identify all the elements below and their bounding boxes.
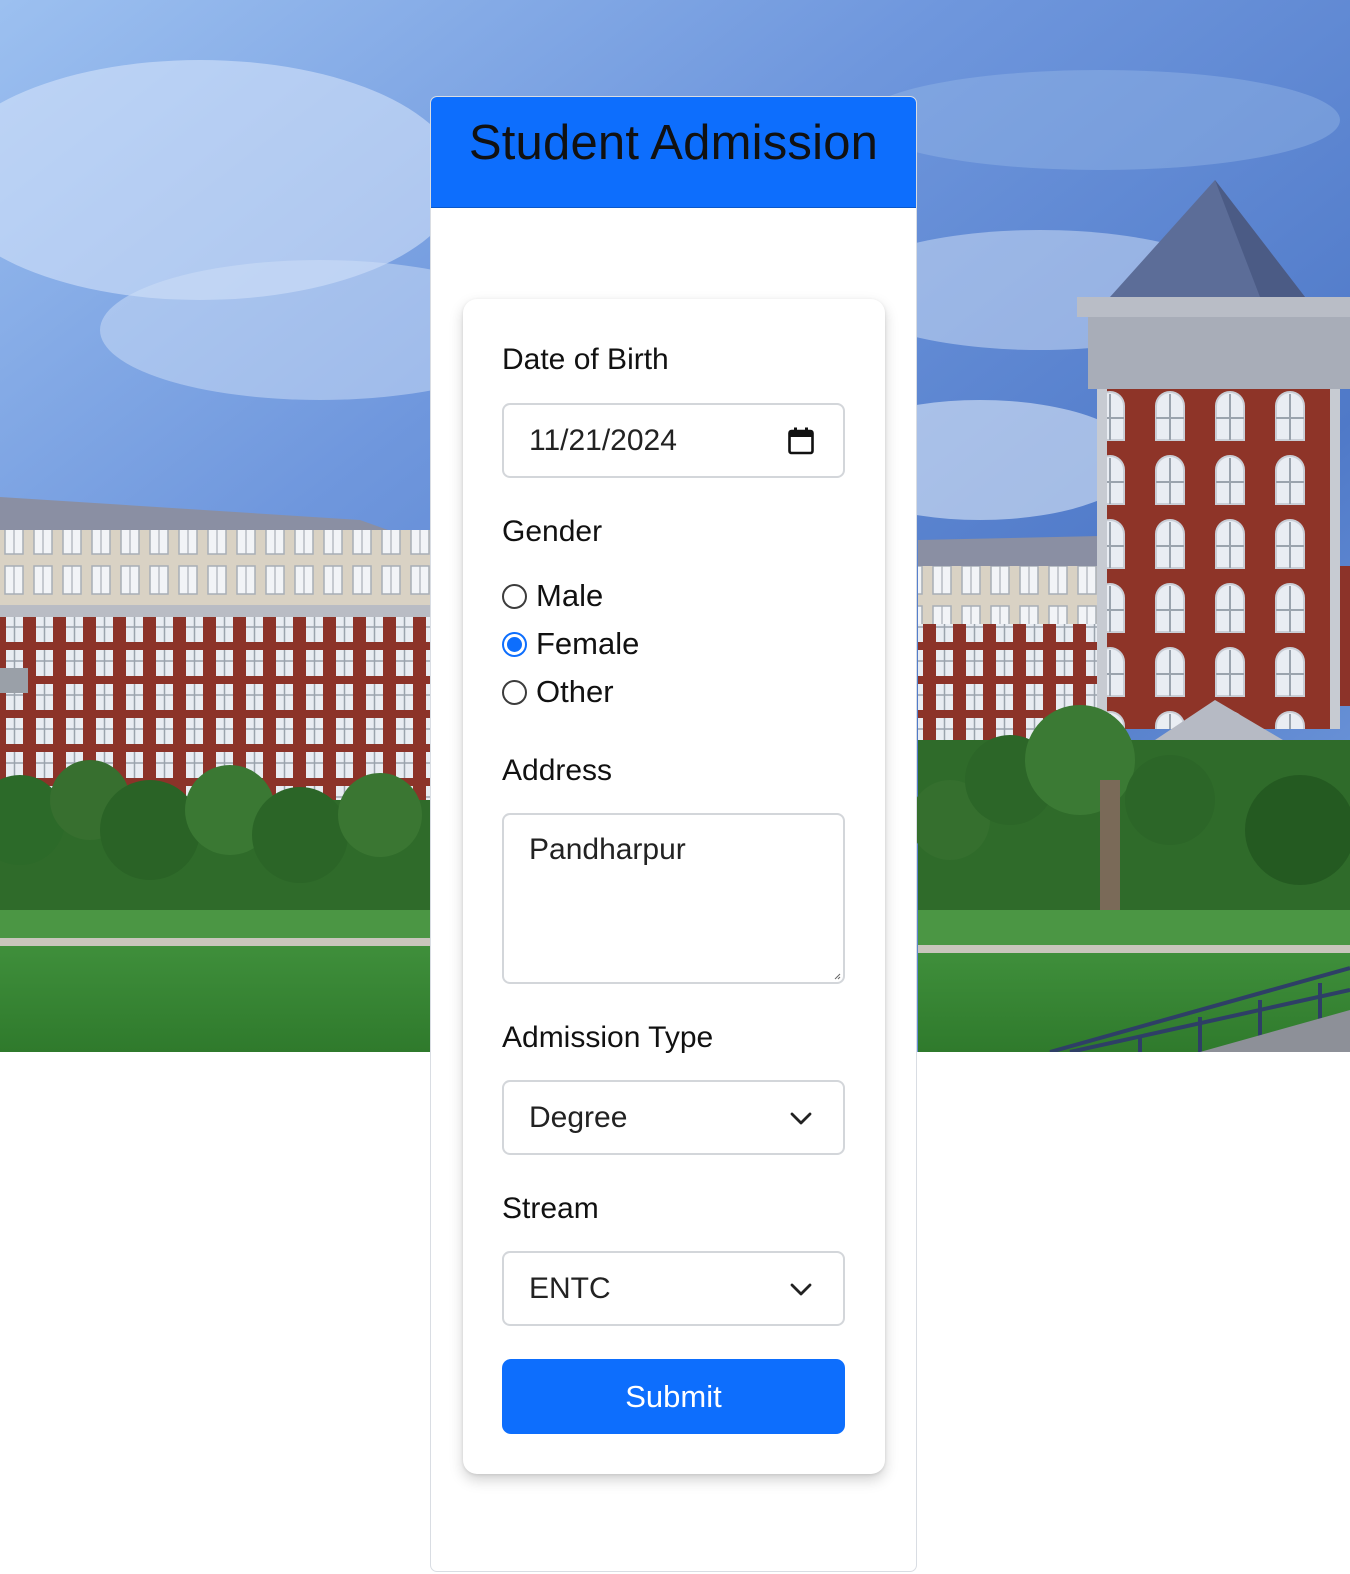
address-value: Pandharpur	[529, 833, 686, 866]
admission-type-label: Admission Type	[502, 1021, 714, 1054]
radio-female[interactable]	[502, 631, 527, 657]
gender-label: Gender	[502, 515, 603, 548]
card-header: Student Admission	[431, 97, 916, 208]
calendar-icon[interactable]	[787, 427, 815, 455]
stream-label: Stream	[502, 1192, 599, 1225]
radio-male[interactable]	[502, 583, 527, 609]
gender-option-male[interactable]: Male	[502, 578, 603, 614]
admission-type-value: Degree	[529, 1100, 628, 1134]
radio-other-label: Other	[536, 674, 614, 709]
radio-male-label: Male	[536, 578, 604, 613]
dob-input[interactable]: 11/21/2024	[502, 403, 845, 478]
dob-value: 11/21/2024	[529, 423, 677, 457]
address-textarea[interactable]: Pandharpur	[502, 813, 845, 984]
dob-label: Date of Birth	[502, 343, 669, 376]
radio-female-label: Female	[536, 626, 640, 661]
resize-grip-icon[interactable]	[833, 972, 841, 980]
stream-value: ENTC	[529, 1271, 611, 1305]
admission-form: Date of Birth 11/21/2024 Gender Male Fem…	[463, 299, 885, 1474]
page-title: Student Admission	[468, 116, 879, 170]
gender-option-female[interactable]: Female	[502, 626, 639, 662]
admission-type-select[interactable]: Degree	[502, 1080, 845, 1155]
admission-card: Student Admission Date of Birth 11/21/20…	[430, 96, 917, 1572]
address-label: Address	[502, 754, 613, 787]
gender-option-other[interactable]: Other	[502, 674, 614, 710]
page: Student Admission Date of Birth 11/21/20…	[0, 0, 1350, 1574]
stream-select[interactable]: ENTC	[502, 1251, 845, 1326]
submit-button[interactable]: Submit	[502, 1359, 845, 1434]
chevron-down-icon	[787, 1104, 815, 1132]
radio-other[interactable]	[502, 679, 527, 705]
chevron-down-icon	[787, 1275, 815, 1303]
